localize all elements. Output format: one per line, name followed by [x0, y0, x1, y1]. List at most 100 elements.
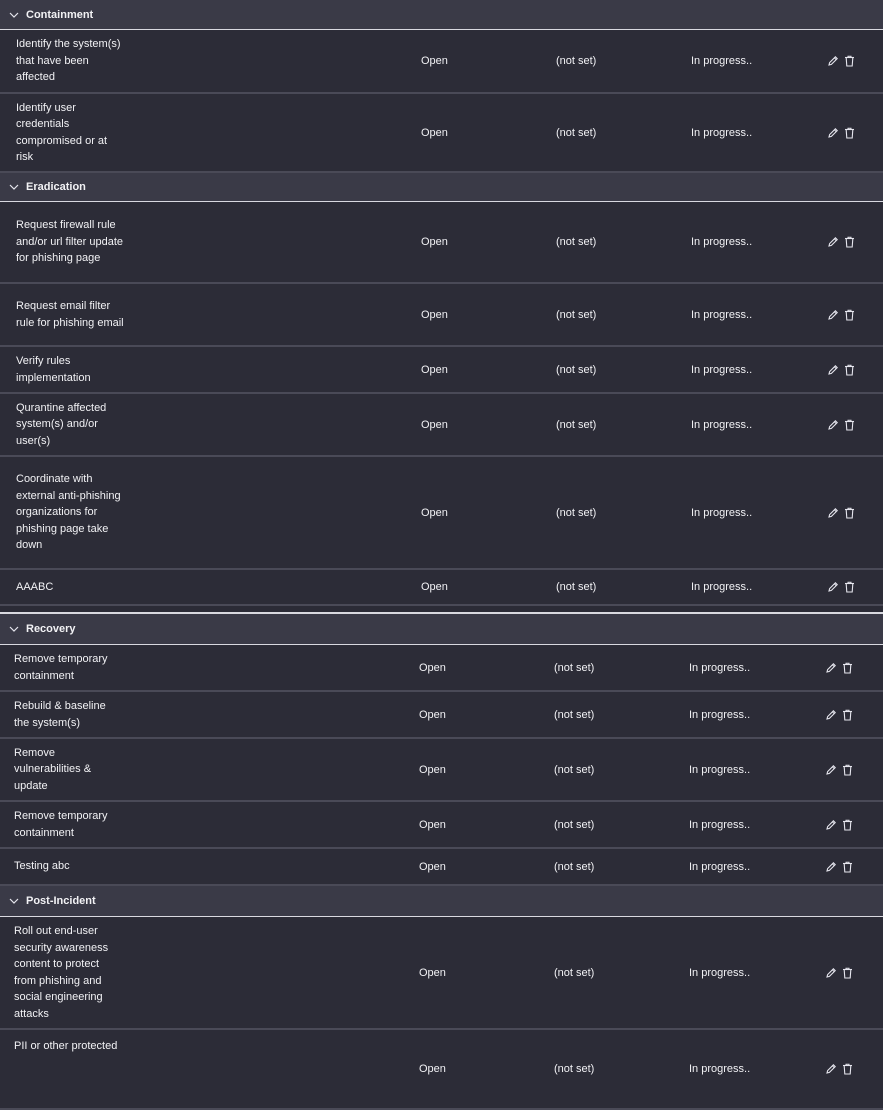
row-actions: [825, 819, 853, 831]
task-row[interactable]: Qurantine affected system(s) and/or user…: [0, 394, 883, 457]
trash-icon[interactable]: [842, 861, 853, 873]
task-row[interactable]: Remove vulnerabilities & update Open (no…: [0, 739, 883, 802]
task-row[interactable]: Verify rules implementation Open (not se…: [0, 347, 883, 394]
task-progress: In progress..: [689, 708, 751, 721]
row-actions: [827, 364, 855, 376]
task-status: Open: [419, 1063, 446, 1075]
pencil-icon[interactable]: [825, 709, 837, 721]
task-name: Request email filter rule for phishing e…: [16, 300, 124, 329]
pencil-icon[interactable]: [825, 861, 837, 873]
pencil-icon[interactable]: [827, 581, 839, 593]
pencil-icon[interactable]: [825, 967, 837, 979]
pencil-icon[interactable]: [825, 1063, 837, 1075]
task-name: Roll out end-user security awareness con…: [14, 925, 109, 1020]
trash-icon[interactable]: [844, 309, 855, 321]
section-title: Recovery: [26, 623, 76, 635]
task-name: PII or other protected: [14, 1040, 118, 1052]
task-name: Verify rules implementation: [16, 355, 91, 384]
task-owner: (not set): [554, 860, 595, 873]
task-progress: In progress..: [691, 418, 753, 431]
task-row[interactable]: PII or other protected Open (not set) In…: [0, 1030, 883, 1110]
pencil-icon[interactable]: [827, 236, 839, 248]
task-owner: (not set): [554, 763, 595, 776]
task-row[interactable]: Request email filter rule for phishing e…: [0, 284, 883, 347]
task-name: Remove vulnerabilities & update: [14, 746, 92, 792]
trash-icon[interactable]: [844, 364, 855, 376]
chevron-down-icon[interactable]: [8, 623, 20, 635]
task-progress: In progress..: [689, 860, 751, 873]
chevron-down-icon[interactable]: [8, 9, 20, 21]
trash-icon[interactable]: [842, 662, 853, 674]
pencil-icon[interactable]: [827, 507, 839, 519]
task-name: AAABC: [16, 580, 54, 593]
task-owner: (not set): [556, 581, 597, 593]
task-status: Open: [421, 236, 448, 248]
task-row[interactable]: Rebuild & baseline the system(s) Open (n…: [0, 692, 883, 739]
pencil-icon[interactable]: [825, 819, 837, 831]
trash-icon[interactable]: [844, 419, 855, 431]
task-name: Remove temporary containment: [14, 810, 108, 839]
chevron-down-icon[interactable]: [8, 181, 20, 193]
task-row[interactable]: Testing abc Open (not set) In progress..: [0, 849, 883, 886]
task-status: Open: [421, 126, 448, 139]
pencil-icon[interactable]: [827, 55, 839, 67]
section-header[interactable]: Post-Incident: [0, 886, 883, 917]
row-actions: [827, 581, 855, 593]
task-row[interactable]: Identify the system(s) that have been af…: [0, 30, 883, 94]
task-status: Open: [419, 860, 446, 873]
section-post-incident: Post-Incident Roll out end-user security…: [0, 886, 883, 1110]
task-owner: (not set): [554, 1063, 595, 1075]
row-actions: [825, 662, 853, 674]
row-actions: [827, 419, 855, 431]
task-progress: In progress..: [689, 661, 751, 674]
pencil-icon[interactable]: [827, 127, 839, 139]
task-row[interactable]: Request firewall rule and/or url filter …: [0, 202, 883, 284]
chevron-down-icon[interactable]: [8, 895, 20, 907]
trash-icon[interactable]: [844, 507, 855, 519]
pencil-icon[interactable]: [827, 419, 839, 431]
trash-icon[interactable]: [844, 581, 855, 593]
task-row[interactable]: AAABC Open (not set) In progress..: [0, 570, 883, 606]
trash-icon[interactable]: [842, 709, 853, 721]
task-progress: In progress..: [691, 236, 753, 248]
task-row[interactable]: Coordinate with external anti-phishing o…: [0, 457, 883, 570]
task-status: Open: [419, 708, 446, 721]
section-header[interactable]: Eradication: [0, 173, 883, 202]
pencil-icon[interactable]: [825, 764, 837, 776]
task-owner: (not set): [554, 708, 595, 721]
trash-icon[interactable]: [844, 236, 855, 248]
trash-icon[interactable]: [842, 764, 853, 776]
row-actions: [825, 709, 853, 721]
task-name: Qurantine affected system(s) and/or user…: [16, 401, 107, 447]
section-header[interactable]: Recovery: [0, 614, 883, 645]
row-actions: [827, 127, 855, 139]
section-recovery: Recovery Remove temporary containment Op…: [0, 612, 883, 886]
row-actions: [825, 967, 853, 979]
trash-icon[interactable]: [844, 55, 855, 67]
pencil-icon[interactable]: [825, 662, 837, 674]
task-owner: (not set): [554, 966, 595, 979]
section-header[interactable]: Containment: [0, 0, 883, 30]
trash-icon[interactable]: [844, 127, 855, 139]
task-status: Open: [421, 308, 448, 321]
task-owner: (not set): [554, 818, 595, 831]
task-progress: In progress..: [691, 581, 753, 593]
trash-icon[interactable]: [842, 967, 853, 979]
task-progress: In progress..: [689, 763, 751, 776]
task-owner: (not set): [556, 236, 597, 248]
task-row[interactable]: Roll out end-user security awareness con…: [0, 917, 883, 1030]
task-row[interactable]: Identify user credentials compromised or…: [0, 94, 883, 173]
trash-icon[interactable]: [842, 819, 853, 831]
task-row[interactable]: Remove temporary containment Open (not s…: [0, 802, 883, 849]
task-row[interactable]: Remove temporary containment Open (not s…: [0, 645, 883, 692]
trash-icon[interactable]: [842, 1063, 853, 1075]
task-progress: In progress..: [691, 126, 753, 139]
task-name: Testing abc: [14, 860, 70, 873]
task-status: Open: [419, 661, 446, 674]
pencil-icon[interactable]: [827, 309, 839, 321]
row-actions: [827, 309, 855, 321]
task-progress: In progress..: [691, 55, 753, 67]
section-containment: Containment Identify the system(s) that …: [0, 0, 883, 173]
task-owner: (not set): [556, 308, 597, 321]
pencil-icon[interactable]: [827, 364, 839, 376]
